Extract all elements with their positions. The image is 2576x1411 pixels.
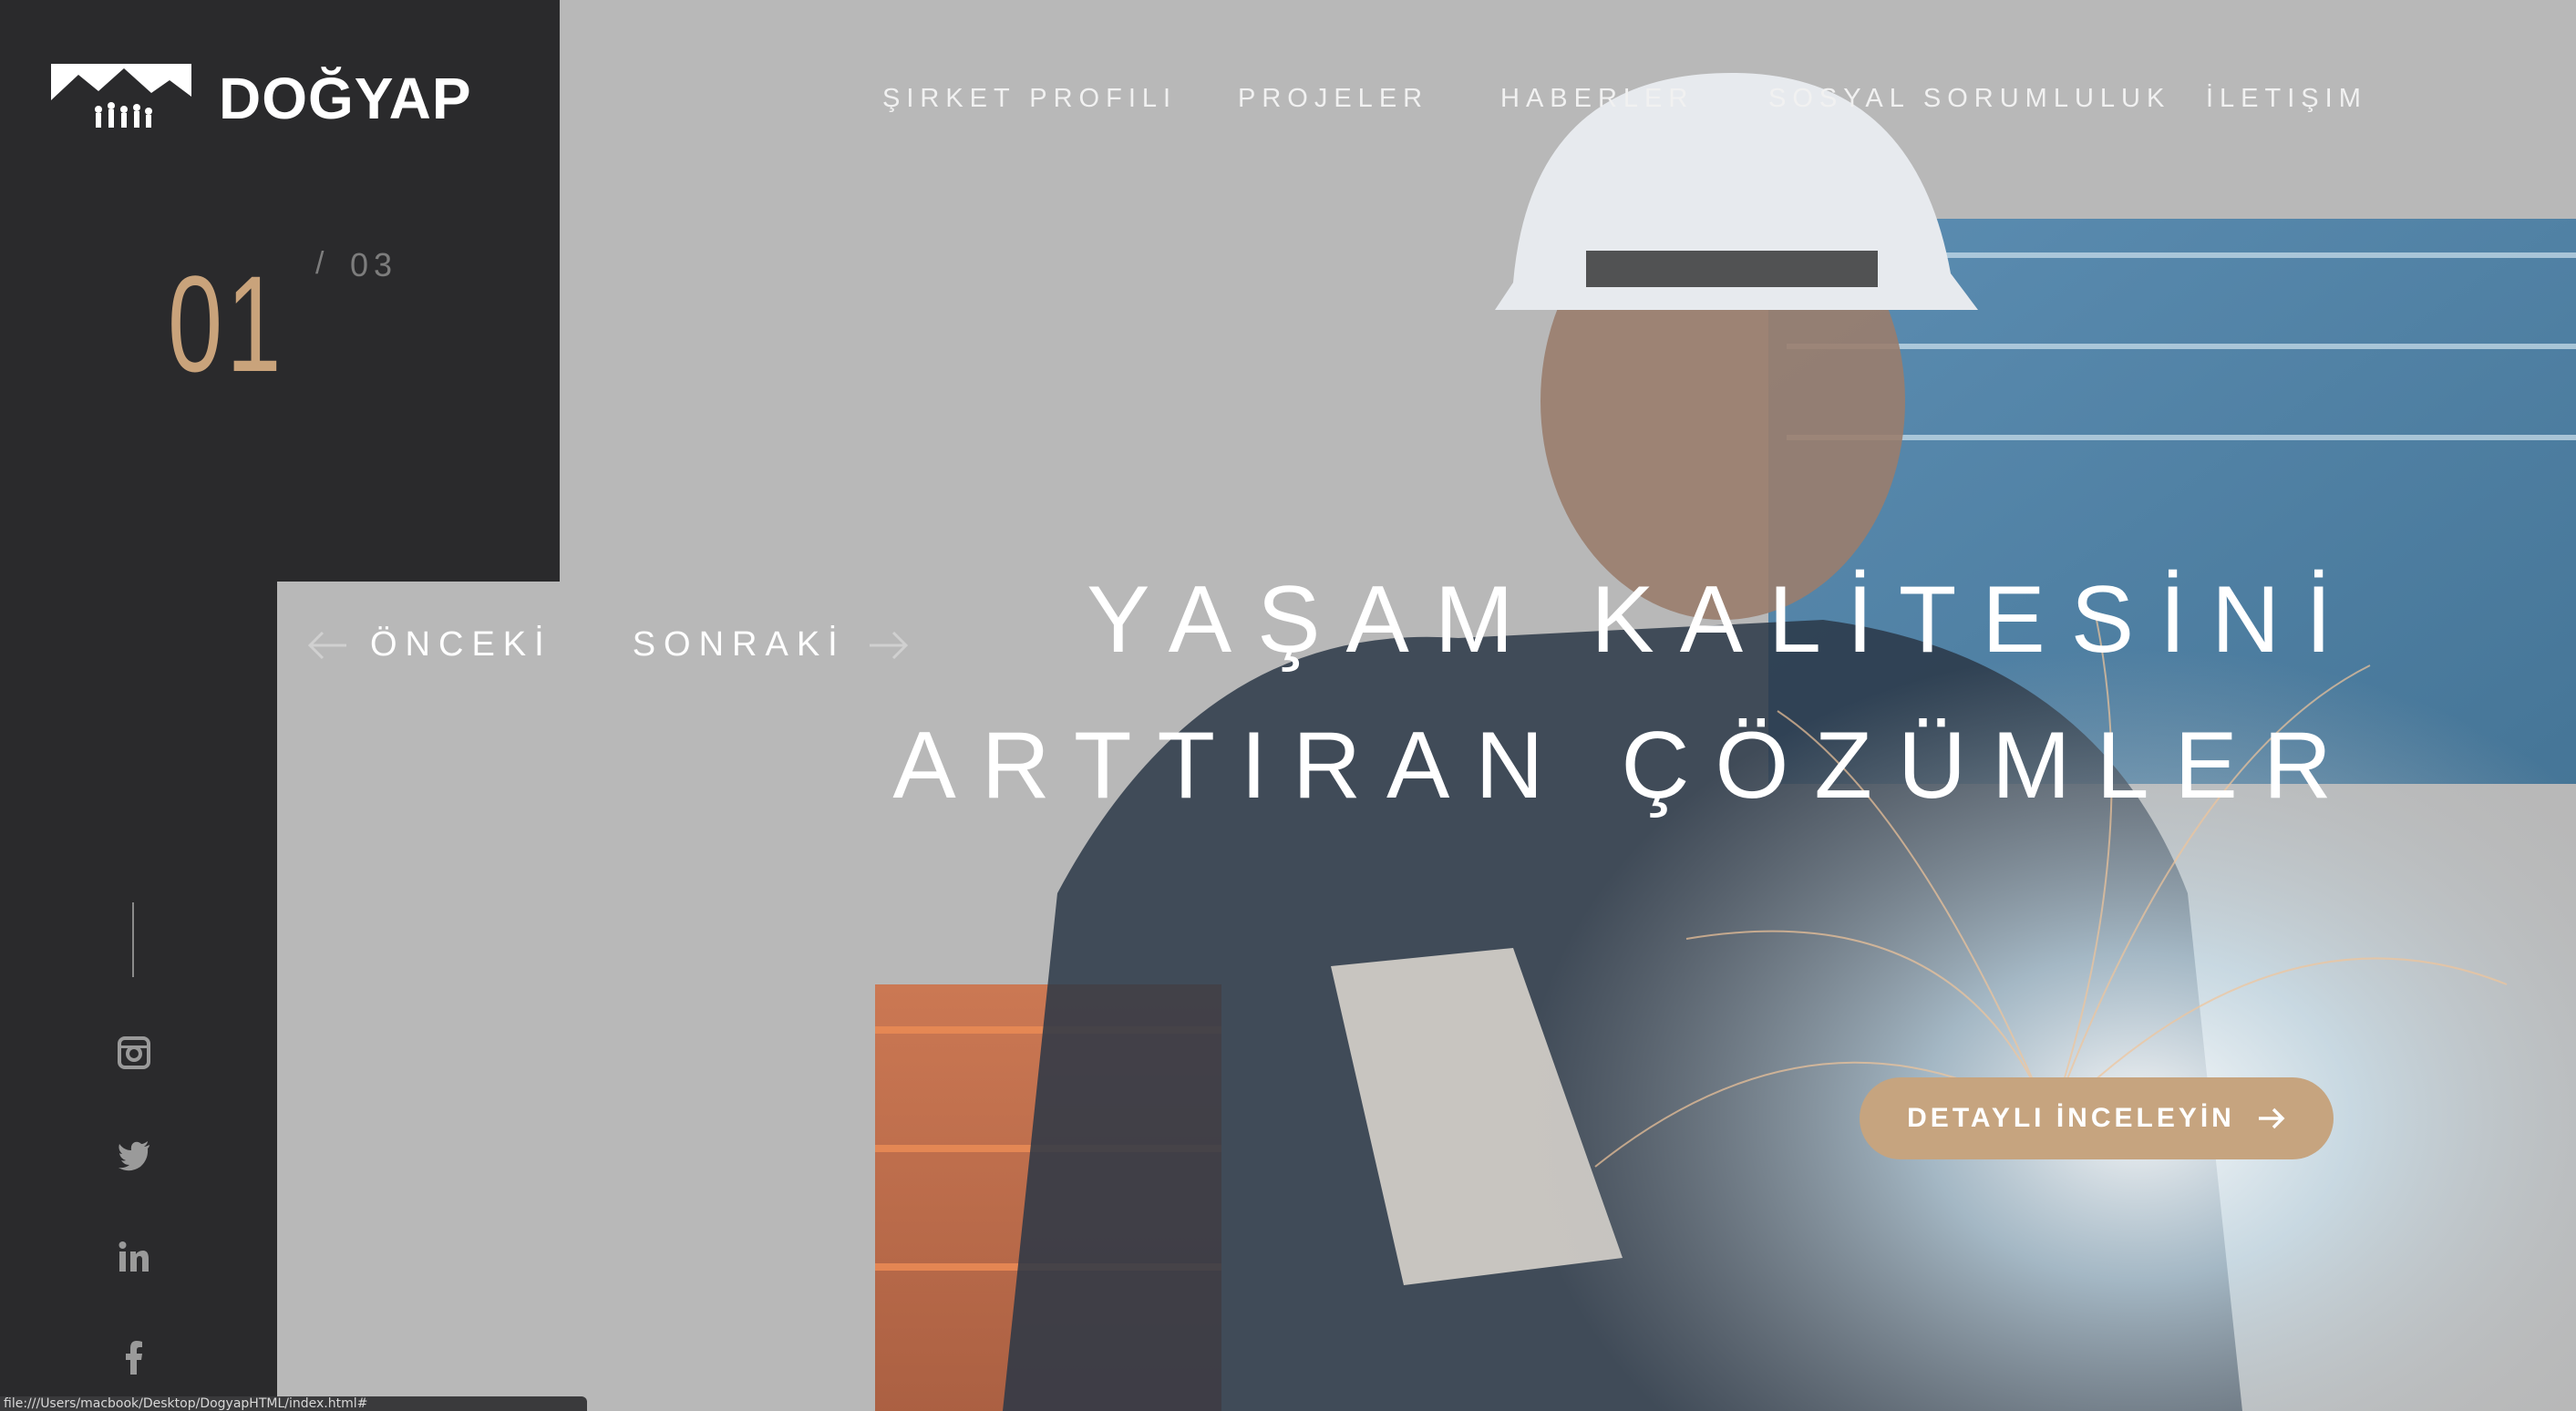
slide-total-number: 03 [350,246,398,283]
details-button[interactable]: DETAYLI İNCELEYİN [1860,1077,2334,1159]
side-panel-lower [0,582,277,1411]
page: DOĞYAP 01 / 03 ÖNCEKİ SONRAKİ ŞIRKET PRO… [0,0,2576,1411]
nav-item-social-responsibility[interactable]: SOSYAL SORUMLULUK [1768,84,2170,114]
instagram-icon[interactable] [117,1035,151,1070]
slide-counter-separator: / [315,246,325,281]
next-slide-button[interactable]: SONRAKİ [633,625,846,664]
hero-headline: YAŞAM KALİTESİNİ ARTTIRAN ÇÖZÜMLER [892,547,2357,839]
brand-name: DOĞYAP [219,66,472,131]
nav-item-company-profile[interactable]: ŞIRKET PROFILI [882,84,1177,114]
social-divider [132,902,134,977]
hero-headline-line-2: ARTTIRAN ÇÖZÜMLER [892,713,2357,819]
twitter-icon[interactable] [117,1138,151,1172]
hero-headline-line-1: YAŞAM KALİTESİNİ [1087,567,2357,673]
nav-item-contact[interactable]: İLETIŞIM [2206,84,2367,114]
details-button-label: DETAYLI İNCELEYİN [1907,1103,2235,1133]
logo-mark-icon [51,64,191,133]
browser-status-url: file:///Users/macbook/Desktop/DogyapHTML… [0,1396,587,1411]
nav-item-projects[interactable]: PROJELER [1238,84,1428,114]
linkedin-icon[interactable] [117,1240,151,1274]
arrow-right-icon [2258,1107,2285,1129]
slide-current-number: 01 [168,247,285,400]
nav-item-news[interactable]: HABERLER [1500,84,1694,114]
logo[interactable]: DOĞYAP [51,64,472,133]
prev-slide-button[interactable]: ÖNCEKİ [370,625,552,664]
arrow-left-icon[interactable] [306,627,348,664]
slider-navigation: ÖNCEKİ SONRAKİ [306,625,910,664]
facebook-icon[interactable] [117,1340,151,1375]
